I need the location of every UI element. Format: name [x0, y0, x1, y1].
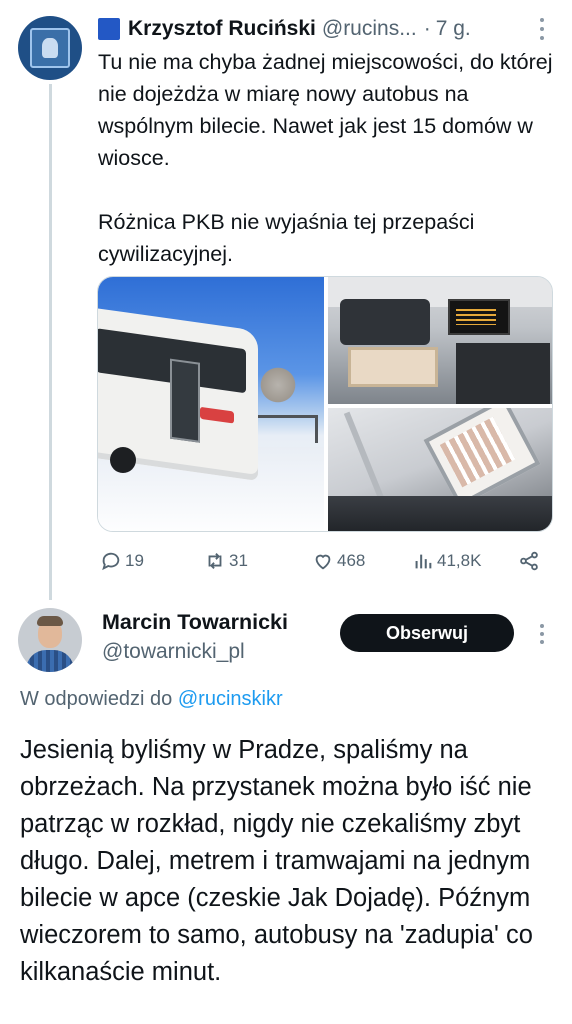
photo-bus-interior-front[interactable] [328, 277, 552, 404]
repost-count: 31 [229, 551, 248, 570]
reply-icon [102, 552, 120, 571]
like-count: 468 [337, 551, 366, 570]
reply-author-avatar[interactable] [18, 608, 82, 672]
tweet-text: Tu nie ma chyba żadnej miejscowości, do … [98, 46, 558, 270]
in-reply-prefix: W odpowiedzi do [20, 688, 178, 710]
like-button[interactable]: 468 [312, 548, 365, 574]
tweet-timestamp[interactable]: 7 g. [436, 17, 471, 41]
follow-button[interactable]: Obserwuj [340, 614, 514, 652]
repost-button[interactable]: 31 [204, 548, 248, 574]
in-reply-handle-link[interactable]: @rucinskikr [178, 688, 283, 710]
media-grid [97, 276, 553, 532]
views-button[interactable]: 41,8K [412, 548, 481, 574]
more-options-icon[interactable] [532, 16, 552, 42]
photo-bus-exterior[interactable] [98, 277, 324, 531]
share-icon [520, 551, 538, 571]
tweet-paragraph: Różnica PKB nie wyjaśnia tej przepaści c… [98, 210, 475, 266]
author-name[interactable]: Krzysztof Ruciński [128, 17, 316, 41]
more-options-icon[interactable] [532, 622, 552, 646]
repost-icon [208, 553, 222, 569]
reply-author-handle[interactable]: @towarnicki_pl [102, 640, 245, 664]
tweet-header: Krzysztof Ruciński @rucins... · 7 g. [98, 14, 471, 44]
tweet-actions-bar: 19 31 468 41,8K [98, 546, 550, 576]
blue-square-emoji-icon [98, 18, 120, 40]
views-chart-icon [415, 554, 432, 569]
in-reply-to: W odpowiedzi do @rucinskikr [20, 688, 283, 711]
reply-button[interactable]: 19 [100, 548, 144, 574]
author-avatar[interactable] [18, 16, 82, 80]
reply-text: Jesienią byliśmy w Pradze, spaliśmy na o… [20, 736, 533, 986]
reply-count: 19 [125, 551, 144, 570]
thread-connector-line [49, 84, 52, 600]
reply-author-name[interactable]: Marcin Towarnicki [102, 610, 288, 635]
separator-dot: · [423, 17, 431, 40]
views-count: 41,8K [437, 551, 482, 570]
photo-bus-interior-ceiling[interactable] [328, 408, 552, 531]
parent-tweet[interactable]: Krzysztof Ruciński @rucins... · 7 g. Tu … [0, 0, 572, 600]
heart-icon [315, 554, 331, 570]
reply-tweet[interactable]: Marcin Towarnicki @towarnicki_pl Obserwu… [0, 600, 572, 1024]
share-button[interactable] [518, 548, 543, 574]
tweet-paragraph: Tu nie ma chyba żadnej miejscowości, do … [98, 50, 553, 170]
author-handle[interactable]: @rucins... [322, 17, 417, 41]
